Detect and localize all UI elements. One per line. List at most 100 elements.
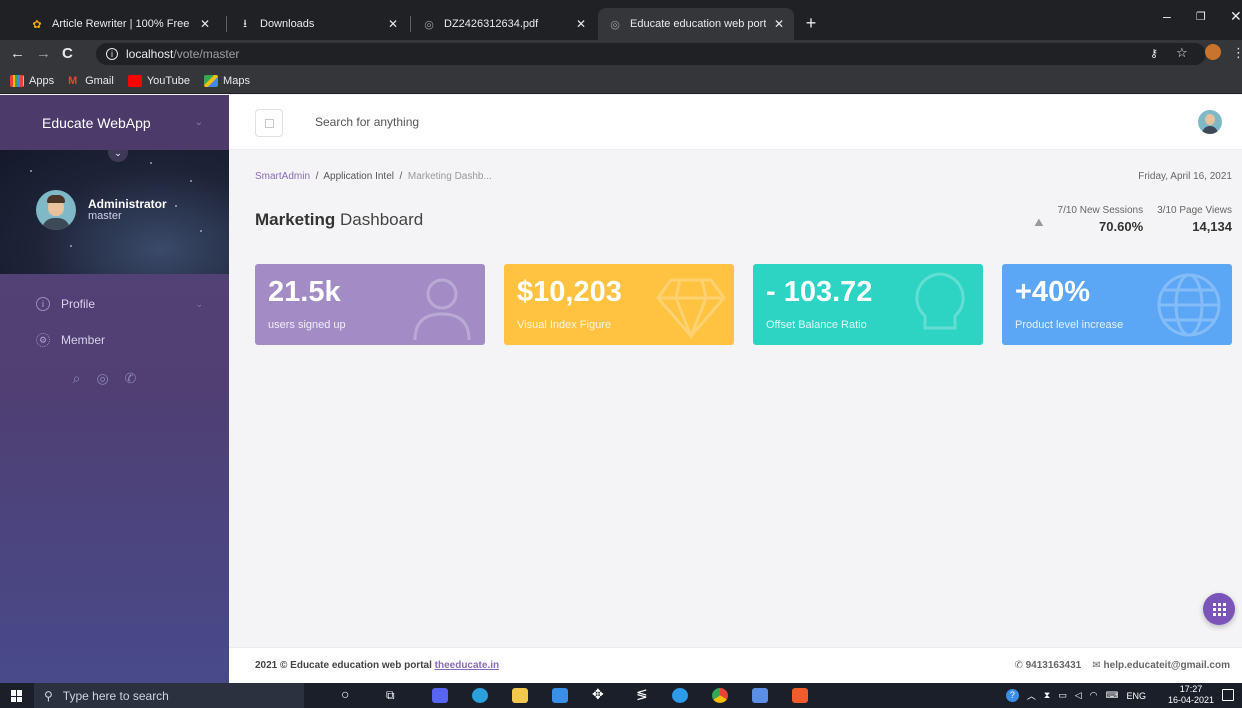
globe-icon: ◎ <box>610 18 620 31</box>
address-bar: ← → C i localhost/vote/master ⚷ ☆ ⋮ <box>0 40 1242 68</box>
cortana-icon[interactable]: ○ <box>341 686 349 702</box>
phone-icon[interactable]: ✆ <box>125 370 137 387</box>
card-label: Offset Balance Ratio <box>766 319 867 331</box>
taskbar-search-placeholder: Type here to search <box>62 688 169 703</box>
chart-icon: ⛰ <box>1034 217 1044 229</box>
keyboard-icon[interactable]: ⌨ <box>1105 690 1118 701</box>
stat-value: 14,134 <box>1192 219 1232 234</box>
profile-avatar-icon[interactable] <box>1205 44 1221 60</box>
support-icon[interactable]: ◎ <box>96 370 108 387</box>
taskbar-search-input[interactable]: ⚲ Type here to search <box>34 683 304 708</box>
tab-close-icon[interactable]: ✕ <box>200 17 210 31</box>
footer-link[interactable]: theeducate.in <box>435 660 499 671</box>
card-users-signed-up[interactable]: 21.5k users signed up <box>255 264 485 345</box>
breadcrumb: SmartAdmin / Application Intel / Marketi… <box>255 171 492 182</box>
taskbar-clock[interactable]: 17:27 16-04-2021 <box>1168 684 1214 706</box>
dropbox-icon[interactable]: ✥ <box>592 686 604 703</box>
close-window-icon[interactable]: ✕ <box>1230 8 1242 25</box>
wifi-icon[interactable]: ◠ <box>1090 690 1098 701</box>
system-tray: ? ︿ ⧗ ▭ ◁ ◠ ⌨ ENG <box>1005 689 1146 702</box>
tab-article-rewriter[interactable]: ✿ Article Rewriter | 100% Free Turb ✕ <box>20 8 220 40</box>
footer-email[interactable]: help.educateit@gmail.com <box>1104 660 1230 671</box>
menu-kebab-icon[interactable]: ⋮ <box>1232 45 1242 61</box>
discord-icon[interactable] <box>432 688 448 703</box>
maps-icon <box>204 74 219 87</box>
header-avatar[interactable] <box>1198 110 1222 134</box>
card-product-level[interactable]: +40% Product level increase <box>1002 264 1232 345</box>
restore-icon[interactable]: ❐ <box>1196 10 1206 23</box>
bookmark-apps[interactable]: Apps <box>10 74 54 87</box>
card-label: Product level increase <box>1015 319 1124 331</box>
tab-title: Educate education web portal <box>630 18 766 30</box>
battery-icon[interactable]: ▭ <box>1058 690 1067 701</box>
app-icon[interactable]: ≶ <box>636 686 648 703</box>
file-explorer-icon[interactable] <box>512 688 528 703</box>
chrome-icon[interactable] <box>712 688 728 703</box>
chevron-up-icon[interactable]: ︿ <box>1027 689 1036 702</box>
brand[interactable]: Educate WebApp ⌄ <box>0 95 229 150</box>
sidebar-item-profile[interactable]: i Profile ⌄ <box>0 286 229 322</box>
footer-copyright: 2021 © Educate education web portal thee… <box>255 660 499 671</box>
bookmark-gmail[interactable]: M Gmail <box>68 75 114 87</box>
breadcrumb-sep: / <box>399 171 403 182</box>
sidebar-item-label: Member <box>61 333 106 347</box>
sidebar-item-member[interactable]: ⚙ Member <box>0 322 229 358</box>
task-view-icon[interactable]: ⧉ <box>386 688 395 703</box>
avatar[interactable] <box>36 190 76 230</box>
search-input[interactable]: Search for anything <box>315 115 419 129</box>
gmail-icon: M <box>68 74 78 87</box>
globe-icon <box>1157 273 1221 337</box>
xampp-icon[interactable] <box>792 688 808 703</box>
breadcrumb-root[interactable]: SmartAdmin <box>255 171 310 182</box>
vscode-icon[interactable] <box>752 688 768 703</box>
minimize-icon[interactable]: – <box>1163 8 1171 24</box>
breadcrumb-middle[interactable]: Application Intel <box>323 171 394 182</box>
card-value: - 103.72 <box>766 276 873 308</box>
forward-icon[interactable]: → <box>36 45 51 62</box>
card-visual-index[interactable]: $10,203 Visual Index Figure <box>504 264 734 345</box>
download-icon: ⭳ <box>243 17 247 30</box>
globe-icon: ◎ <box>424 18 434 31</box>
shortcut-menu-button[interactable] <box>1203 593 1235 625</box>
footer-phone[interactable]: 9413163431 <box>1026 660 1082 671</box>
tab-close-icon[interactable]: ✕ <box>576 17 586 31</box>
reload-icon[interactable]: C <box>62 45 73 62</box>
tab-educate-portal[interactable]: ◎ Educate education web portal ✕ <box>598 8 794 40</box>
volume-icon[interactable]: ◁ <box>1075 690 1082 701</box>
chat-icon[interactable]: ⌕ <box>73 370 81 387</box>
tab-close-icon[interactable]: ✕ <box>774 17 784 31</box>
site-info-icon[interactable]: i <box>106 48 118 60</box>
language-indicator[interactable]: ENG <box>1126 691 1146 701</box>
user-name: Administrator <box>88 197 167 211</box>
new-tab-button[interactable]: + <box>800 13 822 35</box>
card-offset-balance[interactable]: - 103.72 Offset Balance Ratio <box>753 264 983 345</box>
tab-close-icon[interactable]: ✕ <box>388 17 398 31</box>
grid-icon <box>1212 602 1226 616</box>
stat-page-views: 3/10 Page Views 14,134 <box>1157 205 1232 234</box>
url-input[interactable]: i localhost/vote/master <box>96 43 1206 65</box>
card-value: $10,203 <box>517 276 622 308</box>
bookmark-label: Maps <box>223 74 250 87</box>
mail-app-icon[interactable] <box>552 688 568 703</box>
telegram-icon[interactable] <box>472 688 488 703</box>
windows-start-icon[interactable] <box>11 690 23 702</box>
notification-icon[interactable] <box>1222 689 1234 701</box>
menu-toggle-button[interactable] <box>255 109 283 137</box>
edge-icon[interactable] <box>672 688 688 703</box>
help-icon[interactable]: ? <box>1005 689 1019 702</box>
breadcrumb-current: Marketing Dashb... <box>407 171 492 182</box>
tab-downloads[interactable]: ⭳ Downloads ✕ <box>228 8 408 40</box>
profile-toggle-button[interactable]: ⌄ <box>108 150 128 162</box>
windows-taskbar: ⚲ Type here to search ○ ⧉ ✥ ≶ ? ︿ ⧗ ▭ ◁ … <box>0 683 1242 708</box>
stat-cards: 21.5k users signed up $10,203 Visual Ind… <box>255 264 1232 345</box>
page-title-rest: Dashboard <box>340 210 424 229</box>
sidebar-item-label: Profile <box>61 297 96 311</box>
bookmark-youtube[interactable]: YouTube <box>127 74 190 87</box>
bookmark-maps[interactable]: Maps <box>204 74 250 87</box>
key-icon[interactable]: ⚷ <box>1150 47 1158 60</box>
tab-pdf[interactable]: ◎ DZ2426312634.pdf ✕ <box>412 8 596 40</box>
network-icon[interactable]: ⧗ <box>1044 690 1050 701</box>
profile-card: ⌄ Administrator master <box>0 150 229 274</box>
back-icon[interactable]: ← <box>10 45 25 62</box>
star-icon[interactable]: ☆ <box>1176 45 1188 61</box>
